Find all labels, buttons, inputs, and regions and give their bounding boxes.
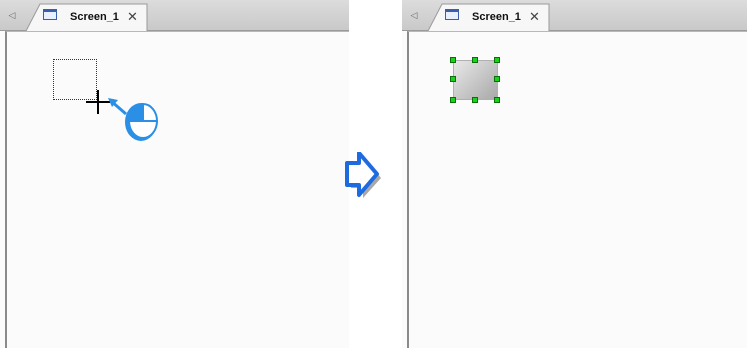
after-panel: ◁ Screen_1 ✕	[402, 0, 747, 348]
tab-label: Screen_1	[472, 11, 521, 23]
selection-handle-icon[interactable]	[472, 97, 478, 103]
selection-handle-icon[interactable]	[472, 57, 478, 63]
before-panel: ◁ Screen_1 ✕	[0, 0, 349, 348]
selection-handle-icon[interactable]	[450, 57, 456, 63]
selection-handle-icon[interactable]	[494, 97, 500, 103]
tab-strip: ◁ Screen_1 ✕	[0, 0, 349, 31]
close-icon[interactable]: ✕	[127, 9, 138, 25]
crosshair-cursor-icon	[86, 90, 110, 114]
tab-screen-1[interactable]: Screen_1 ✕	[26, 3, 148, 31]
transition-arrow-icon	[345, 152, 381, 198]
selection-handle-icon[interactable]	[494, 57, 500, 63]
tab-label: Screen_1	[70, 11, 119, 23]
tab-scroll-left-icon[interactable]: ◁	[402, 0, 426, 30]
tab-scroll-left-icon[interactable]: ◁	[0, 0, 24, 30]
tab-screen-1[interactable]: Screen_1 ✕	[428, 3, 550, 31]
selection-handle-icon[interactable]	[450, 97, 456, 103]
screen-icon	[445, 9, 459, 20]
close-icon[interactable]: ✕	[529, 9, 540, 25]
selection-handle-icon[interactable]	[494, 76, 500, 82]
tab-strip: ◁ Screen_1 ✕	[402, 0, 747, 31]
mouse-click-icon	[108, 98, 158, 141]
created-button-object[interactable]	[453, 60, 498, 100]
selection-handle-icon[interactable]	[450, 76, 456, 82]
screen-icon	[43, 9, 57, 20]
